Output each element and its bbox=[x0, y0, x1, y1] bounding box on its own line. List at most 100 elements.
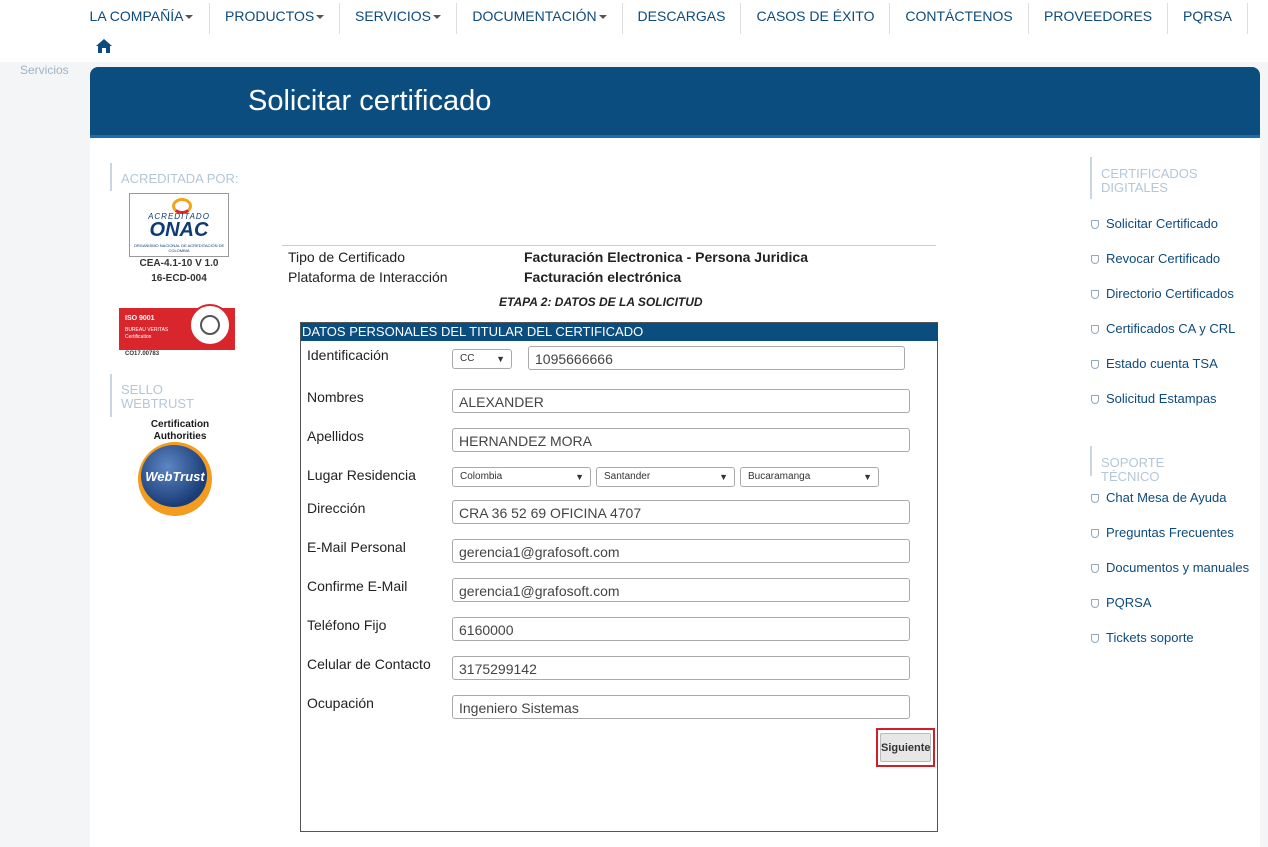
shield-icon bbox=[1091, 529, 1099, 538]
onac-code-1: CEA-4.1-10 V 1.0 bbox=[139, 258, 219, 269]
certs-title: CERTIFICADOS DIGITALES bbox=[1090, 157, 1198, 199]
plataforma-value: Facturación electrónica bbox=[524, 269, 682, 285]
nombres-input[interactable]: ALEXANDER bbox=[452, 389, 910, 413]
shield-icon bbox=[1091, 220, 1099, 229]
bureau-veritas-logo[interactable]: ISO 9001 BUREAU VERITAS Certification bbox=[119, 304, 235, 350]
bv-iso: ISO 9001 bbox=[125, 315, 155, 322]
chevron-down-icon bbox=[185, 15, 194, 20]
nav-divider bbox=[622, 3, 623, 34]
nav-productos[interactable]: PRODUCTOS bbox=[225, 0, 325, 34]
chevron-down-icon: ▼ bbox=[575, 472, 584, 482]
bv-code: CO17.00783 bbox=[125, 351, 160, 357]
nav-servicios[interactable]: SERVICIOS bbox=[355, 0, 441, 34]
nav-divider bbox=[1028, 3, 1029, 34]
link-estado-cuenta-tsa[interactable]: Estado cuenta TSA bbox=[1091, 356, 1218, 371]
nav-divider bbox=[889, 3, 890, 34]
ocupacion-label: Ocupación bbox=[307, 695, 374, 711]
shield-icon bbox=[1091, 564, 1099, 573]
main-panel: Solicitar certificado ACREDITADA POR: AC… bbox=[90, 67, 1260, 847]
shield-icon bbox=[1091, 494, 1099, 503]
nav-divider bbox=[339, 3, 340, 34]
step-title: ETAPA 2: DATOS DE LA SOLICITUD bbox=[499, 295, 703, 309]
city-select[interactable]: Bucaramanga ▼ bbox=[740, 467, 879, 487]
id-number-input[interactable]: 1095666666 bbox=[528, 346, 905, 370]
direccion-label: Dirección bbox=[307, 500, 366, 516]
id-type-select[interactable]: CC ▼ bbox=[452, 349, 512, 369]
chevron-down-icon: ▼ bbox=[863, 472, 872, 482]
top-navigation: LA COMPAÑÍA PRODUCTOS SERVICIOS DOCUMENT… bbox=[0, 0, 1268, 34]
lugar-label: Lugar Residencia bbox=[307, 467, 416, 483]
shield-icon bbox=[1091, 255, 1099, 264]
onac-code-2: 16-ECD-004 bbox=[151, 273, 207, 284]
webtrust-title: SELLO WEBTRUST bbox=[110, 374, 211, 417]
support-title: SOPORTE TÉCNICO bbox=[1090, 446, 1210, 484]
webtrust-logo[interactable]: WebTrust bbox=[138, 442, 212, 516]
email-confirm-label: Confirme E-Mail bbox=[307, 578, 408, 594]
nav-divider bbox=[209, 3, 210, 34]
page-title: Solicitar certificado bbox=[248, 85, 492, 117]
link-revocar-certificado[interactable]: Revocar Certificado bbox=[1091, 251, 1220, 266]
personal-data-form: DATOS PERSONALES DEL TITULAR DEL CERTIFI… bbox=[300, 322, 938, 832]
onac-name: ONAC bbox=[149, 219, 209, 241]
link-documentos-manuales[interactable]: Documentos y manuales bbox=[1091, 560, 1249, 575]
direccion-input[interactable]: CRA 36 52 69 OFICINA 4707 bbox=[452, 500, 910, 524]
shield-icon bbox=[1091, 360, 1099, 369]
chevron-down-icon bbox=[598, 15, 607, 20]
apellidos-label: Apellidos bbox=[307, 428, 364, 444]
link-tickets-soporte[interactable]: Tickets soporte bbox=[1091, 630, 1194, 645]
celular-label: Celular de Contacto bbox=[307, 656, 431, 672]
email-input[interactable]: gerencia1@grafosoft.com bbox=[452, 539, 910, 563]
link-preguntas-frecuentes[interactable]: Preguntas Frecuentes bbox=[1091, 525, 1234, 540]
accredited-title: ACREDITADA POR: bbox=[110, 163, 239, 191]
page-banner: Solicitar certificado bbox=[90, 67, 1260, 137]
nav-proveedores[interactable]: PROVEEDORES bbox=[1044, 0, 1152, 34]
nav-documentacion[interactable]: DOCUMENTACIÓN bbox=[472, 0, 607, 34]
shield-icon bbox=[1091, 290, 1099, 299]
link-certificados-ca-crl[interactable]: Certificados CA y CRL bbox=[1091, 321, 1235, 336]
email-label: E-Mail Personal bbox=[307, 539, 406, 555]
nav-pqrsa[interactable]: PQRSA bbox=[1182, 0, 1233, 34]
telefono-label: Teléfono Fijo bbox=[307, 617, 387, 633]
department-select[interactable]: Santander ▼ bbox=[596, 467, 735, 487]
plataforma-label: Plataforma de Interacción bbox=[288, 269, 448, 285]
email-confirm-input[interactable]: gerencia1@grafosoft.com bbox=[452, 578, 910, 602]
nombres-label: Nombres bbox=[307, 389, 364, 405]
chevron-down-icon bbox=[433, 15, 441, 20]
telefono-input[interactable]: 6160000 bbox=[452, 617, 910, 641]
tipo-label: Tipo de Certificado bbox=[288, 249, 405, 265]
siguiente-button[interactable]: Siguiente bbox=[880, 733, 931, 762]
nav-divider bbox=[1167, 3, 1168, 34]
info-divider bbox=[282, 245, 936, 246]
chevron-down-icon bbox=[316, 15, 325, 20]
form-header: DATOS PERSONALES DEL TITULAR DEL CERTIFI… bbox=[301, 323, 938, 341]
celular-input[interactable]: 3175299142 bbox=[452, 656, 910, 680]
breadcrumb[interactable]: Servicios bbox=[20, 63, 69, 77]
onac-fullname: ORGANISMO NACIONAL DE ACREDITACIÓN DE CO… bbox=[133, 243, 225, 253]
link-directorio-certificados[interactable]: Directorio Certificados bbox=[1091, 286, 1234, 301]
nav-divider bbox=[456, 3, 457, 34]
link-solicitar-certificado[interactable]: Solicitar Certificado bbox=[1091, 216, 1218, 231]
nav-la-compania[interactable]: LA COMPAÑÍA bbox=[89, 0, 194, 34]
onac-logo[interactable]: ACREDITADO ONAC ORGANISMO NACIONAL DE AC… bbox=[129, 193, 229, 257]
shield-icon bbox=[1091, 325, 1099, 334]
country-select[interactable]: Colombia ▼ bbox=[452, 467, 591, 487]
home-icon[interactable] bbox=[96, 39, 112, 53]
apellidos-input[interactable]: HERNANDEZ MORA bbox=[452, 428, 910, 452]
chevron-down-icon: ▼ bbox=[496, 354, 505, 364]
link-solicitud-estampas[interactable]: Solicitud Estampas bbox=[1091, 391, 1217, 406]
link-chat-mesa-ayuda[interactable]: Chat Mesa de Ayuda bbox=[1091, 490, 1226, 505]
highlight-box: Siguiente bbox=[876, 728, 935, 767]
bv-seal-icon bbox=[189, 304, 231, 346]
webtrust-name: WebTrust bbox=[145, 469, 205, 484]
nav-descargas[interactable]: DESCARGAS bbox=[637, 0, 726, 34]
nav-contactenos[interactable]: CONTÁCTENOS bbox=[905, 0, 1013, 34]
webtrust-caption: Certification Authorities bbox=[150, 419, 210, 442]
shield-icon bbox=[1091, 599, 1099, 608]
id-label: Identificación bbox=[307, 347, 389, 363]
link-pqrsa[interactable]: PQRSA bbox=[1091, 595, 1152, 610]
ocupacion-input[interactable]: Ingeniero Sistemas bbox=[452, 695, 910, 719]
nav-casos-de-exito[interactable]: CASOS DE ÉXITO bbox=[756, 0, 875, 34]
chevron-down-icon: ▼ bbox=[719, 472, 728, 482]
bv-text: BUREAU VERITAS Certification bbox=[125, 327, 169, 340]
tipo-value: Facturación Electronica - Persona Juridi… bbox=[524, 249, 808, 265]
